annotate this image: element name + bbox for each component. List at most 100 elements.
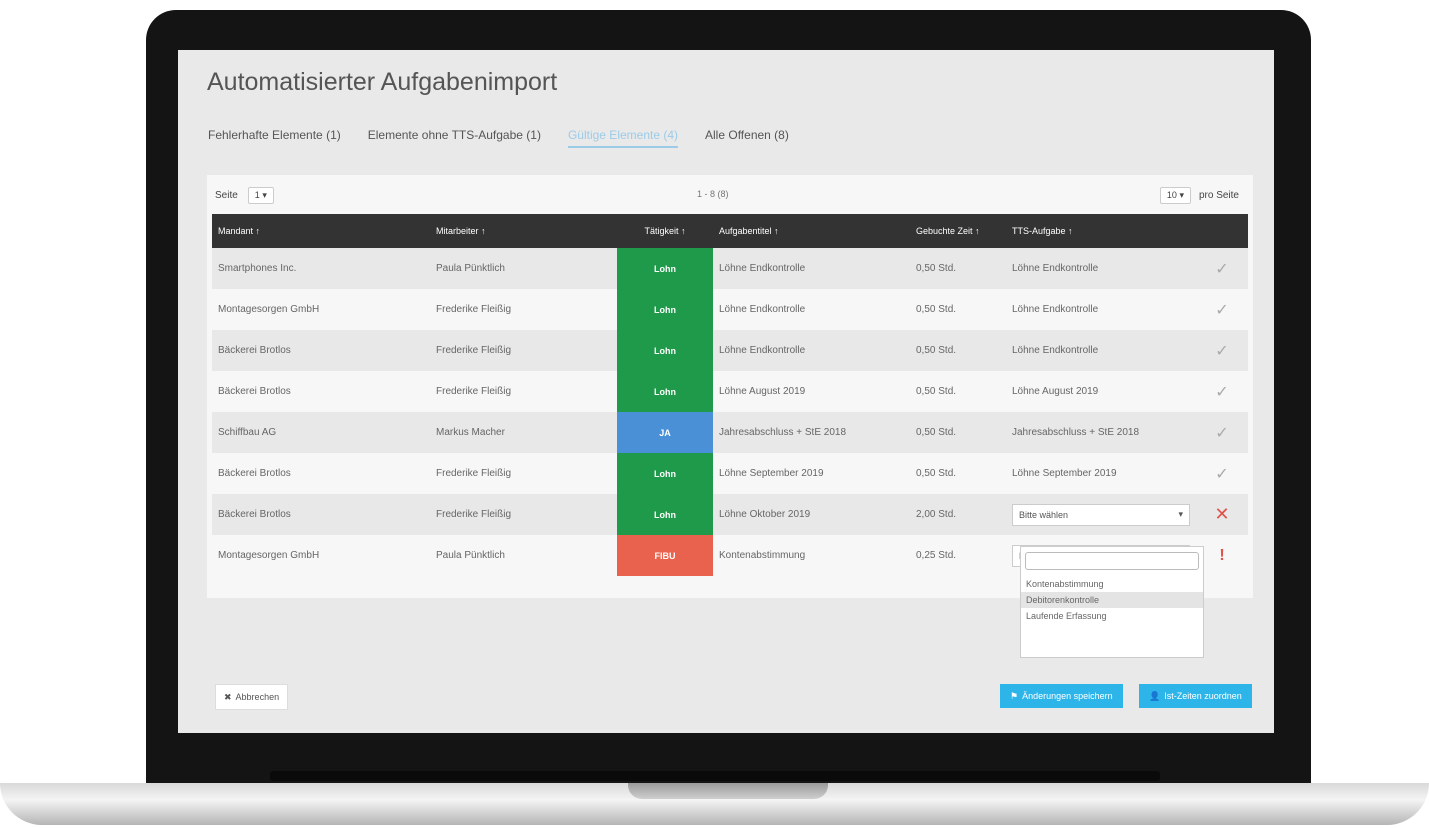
tab-bar: Fehlerhafte Elemente (1) Elemente ohne T… [208, 128, 789, 148]
cell-tts-aufgabe: Löhne August 2019 [1006, 371, 1196, 412]
per-page-selector: 10 ▾ pro Seite [1159, 187, 1239, 204]
col-mandant[interactable]: Mandant ↑ [212, 214, 430, 248]
user-icon: 👤 [1149, 690, 1161, 701]
tab-alle-offenen[interactable]: Alle Offenen (8) [705, 128, 789, 148]
table-row[interactable]: Bäckerei Brotlos Frederike Fleißig Lohn Löh… [212, 453, 1248, 494]
cell-aufgabentitel: Kontenabstimmung [713, 535, 910, 576]
cell-taetigkeit: Lohn [617, 371, 713, 412]
cell-tts-aufgabe: Löhne September 2019 [1006, 453, 1196, 494]
cell-tts-aufgabe: Löhne Endkontrolle [1006, 330, 1196, 371]
laptop-hinge [270, 771, 1160, 781]
cell-aufgabentitel: Löhne September 2019 [713, 453, 910, 494]
cell-gebuchte-zeit: 0,50 Std. [910, 248, 1006, 289]
check-icon: ✓ [1215, 301, 1229, 319]
screen: Automatisierter Aufgabenimport Fehlerhaf… [178, 50, 1274, 733]
cell-taetigkeit: FIBU [617, 535, 713, 576]
page-label: Seite [215, 190, 238, 201]
cell-aufgabentitel: Löhne Endkontrolle [713, 330, 910, 371]
check-icon: ✓ [1215, 465, 1229, 483]
cell-gebuchte-zeit: 0,50 Std. [910, 453, 1006, 494]
col-taetigkeit[interactable]: Tätigkeit ↑ [617, 214, 713, 248]
cell-aufgabentitel: Löhne Oktober 2019 [713, 494, 910, 535]
dropdown-option[interactable]: Debitorenkontrolle [1021, 592, 1203, 608]
page-select[interactable]: 1 ▾ [247, 187, 274, 204]
cell-mitarbeiter: Paula Pünktlich [430, 535, 617, 576]
dropdown-search-input[interactable] [1025, 552, 1199, 570]
cell-gebuchte-zeit: 2,00 Std. [910, 494, 1006, 535]
cell-status: ✓ [1196, 371, 1248, 412]
col-aufgabentitel[interactable]: Aufgabentitel ↑ [713, 214, 910, 248]
cell-status: ✕ [1196, 494, 1248, 535]
cell-tts-aufgabe: Bitte wählen▾ [1006, 494, 1196, 535]
cell-tts-aufgabe: Löhne Endkontrolle [1006, 289, 1196, 330]
table-row[interactable]: Bäckerei Brotlos Frederike Fleißig Lohn Löh… [212, 371, 1248, 412]
cell-mitarbeiter: Frederike Fleißig [430, 453, 617, 494]
cell-status: ✓ [1196, 289, 1248, 330]
cell-gebuchte-zeit: 0,50 Std. [910, 412, 1006, 453]
x-icon: ✖ [224, 691, 232, 702]
cancel-button[interactable]: ✖ Abbrechen [215, 684, 289, 710]
tab-gueltige[interactable]: Gültige Elemente (4) [567, 128, 679, 148]
tts-dropdown-menu: Kontenabstimmung Debitorenkontrolle Laufen… [1020, 546, 1204, 658]
check-icon: ✓ [1215, 383, 1229, 401]
cell-taetigkeit: JA [617, 412, 713, 453]
import-table: Mandant ↑ Mitarbeiter ↑ Tätigkeit ↑ Aufg… [212, 214, 1248, 576]
x-icon: ✕ [1214, 504, 1230, 524]
cell-tts-aufgabe: Löhne Endkontrolle [1006, 248, 1196, 289]
cell-status: ✓ [1196, 453, 1248, 494]
check-icon: ✓ [1215, 260, 1229, 278]
cell-mandant: Bäckerei Brotlos [212, 330, 430, 371]
cell-status: ✓ [1196, 330, 1248, 371]
cell-taetigkeit: Lohn [617, 453, 713, 494]
cell-mandant: Bäckerei Brotlos [212, 494, 430, 535]
cell-tts-aufgabe: Jahresabschluss + StE 2018 [1006, 412, 1196, 453]
flag-icon: ⚑ [1010, 690, 1019, 701]
cell-mandant: Bäckerei Brotlos [212, 453, 430, 494]
cell-taetigkeit: Lohn [617, 494, 713, 535]
cell-gebuchte-zeit: 0,50 Std. [910, 330, 1006, 371]
tts-select[interactable]: Bitte wählen▾ [1012, 503, 1190, 526]
col-gebuchte-zeit[interactable]: Gebuchte Zeit ↑ [910, 214, 1006, 248]
table-panel: Seite 1 ▾ 1 - 8 (8) 10 ▾ pro Seite Manda… [207, 175, 1253, 598]
caret-down-icon: ▾ [1178, 509, 1183, 519]
table-row[interactable]: Smartphones Inc. Paula Pünktlich Lohn Löhne… [212, 248, 1248, 289]
cell-aufgabentitel: Löhne Endkontrolle [713, 289, 910, 330]
per-page-select[interactable]: 10 ▾ [1159, 187, 1191, 204]
col-tts-aufgabe[interactable]: TTS-Aufgabe ↑ [1006, 214, 1196, 248]
assign-times-button[interactable]: 👤 Ist-Zeiten zuordnen [1139, 684, 1252, 708]
table-row[interactable]: Bäckerei Brotlos Frederike Fleißig Lohn Löh… [212, 330, 1248, 371]
tab-fehlerhafte[interactable]: Fehlerhafte Elemente (1) [208, 128, 341, 148]
per-page-label: pro Seite [1198, 190, 1239, 201]
laptop-base [0, 783, 1429, 825]
dropdown-option[interactable]: Kontenabstimmung [1021, 576, 1203, 592]
cell-gebuchte-zeit: 0,50 Std. [910, 289, 1006, 330]
tab-ohne-tts[interactable]: Elemente ohne TTS-Aufgabe (1) [368, 128, 541, 148]
cell-aufgabentitel: Jahresabschluss + StE 2018 [713, 412, 910, 453]
cell-mitarbeiter: Frederike Fleißig [430, 494, 617, 535]
cell-mandant: Bäckerei Brotlos [212, 371, 430, 412]
col-status [1196, 214, 1248, 248]
table-row[interactable]: Schiffbau AG Markus Macher JA Jahresabschlu… [212, 412, 1248, 453]
cell-status: ✓ [1196, 412, 1248, 453]
cell-mitarbeiter: Frederike Fleißig [430, 371, 617, 412]
save-changes-button[interactable]: ⚑ Änderungen speichern [1000, 684, 1123, 708]
check-icon: ✓ [1215, 342, 1229, 360]
cell-mitarbeiter: Frederike Fleißig [430, 330, 617, 371]
page-title: Automatisierter Aufgabenimport [207, 68, 558, 96]
cell-aufgabentitel: Löhne Endkontrolle [713, 248, 910, 289]
page-selector: Seite 1 ▾ [215, 187, 274, 204]
cell-aufgabentitel: Löhne August 2019 [713, 371, 910, 412]
table-header: Mandant ↑ Mitarbeiter ↑ Tätigkeit ↑ Aufg… [212, 214, 1248, 248]
cell-taetigkeit: Lohn [617, 289, 713, 330]
cell-mandant: Montagesorgen GmbH [212, 535, 430, 576]
cell-status: ✓ [1196, 248, 1248, 289]
table-row[interactable]: Bäckerei Brotlos Frederike Fleißig Lohn Löh… [212, 494, 1248, 535]
col-mitarbeiter[interactable]: Mitarbeiter ↑ [430, 214, 617, 248]
dropdown-option[interactable]: Laufende Erfassung [1021, 608, 1203, 624]
cell-mandant: Montagesorgen GmbH [212, 289, 430, 330]
check-icon: ✓ [1215, 424, 1229, 442]
table-row[interactable]: Montagesorgen GmbH Frederike Fleißig Lohn L… [212, 289, 1248, 330]
cell-mandant: Schiffbau AG [212, 412, 430, 453]
laptop-notch [628, 783, 828, 799]
cell-mandant: Smartphones Inc. [212, 248, 430, 289]
